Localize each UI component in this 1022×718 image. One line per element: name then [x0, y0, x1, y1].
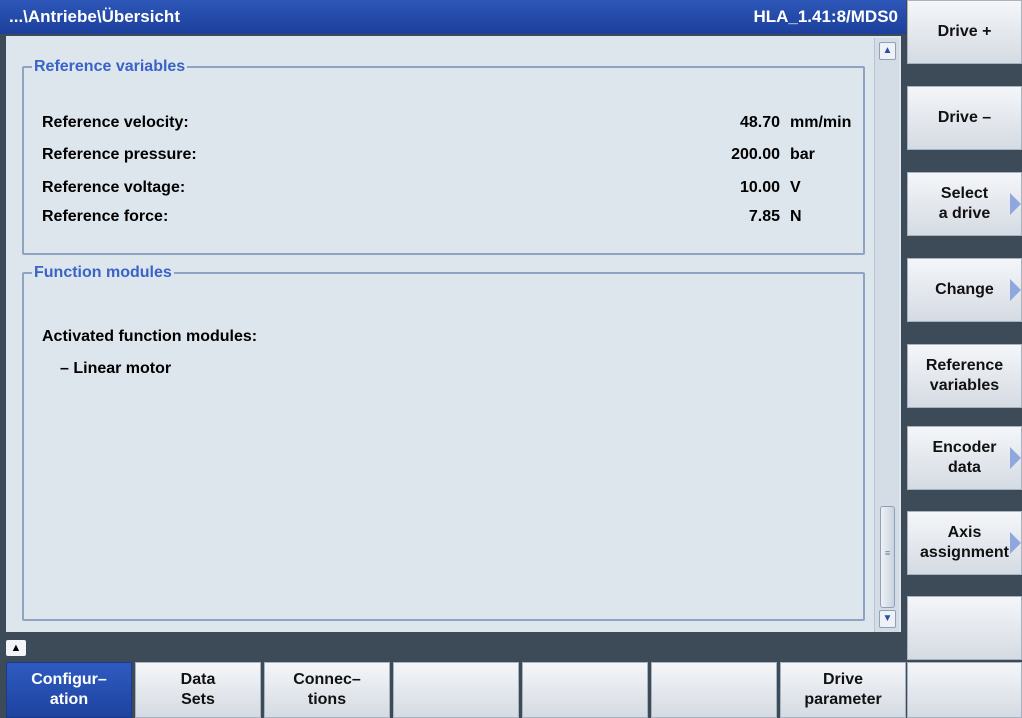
vertical-scrollbar[interactable]: ▲ ≡ ▼	[874, 38, 899, 632]
breadcrumb-path: ...\Antriebe\Übersicht	[9, 7, 180, 26]
caret-up-icon[interactable]: ▲	[6, 640, 26, 657]
function-modules-group: Function modules Activated function modu…	[22, 264, 865, 621]
row-value: 7.85	[748, 208, 780, 225]
softkey-drive-plus[interactable]: Drive +	[907, 0, 1022, 64]
activated-modules-label: Activated function modules:	[42, 328, 258, 345]
softkey-empty-8[interactable]	[907, 596, 1022, 660]
submenu-arrow-icon	[1010, 193, 1021, 215]
row-label: Reference voltage:	[42, 179, 186, 196]
reference-variables-title: Reference variables	[34, 58, 186, 75]
softkey-label: Connec– tions	[293, 671, 361, 708]
row-unit: N	[790, 208, 802, 225]
chevron-up-icon: ▲	[882, 45, 893, 56]
row-label: Reference pressure:	[42, 146, 197, 163]
softkey-empty-h6[interactable]	[651, 662, 777, 718]
main-content-panel: Reference variables Reference velocity: …	[6, 36, 901, 632]
grip-icon: ≡	[884, 548, 891, 558]
function-module-item: – Linear motor	[60, 360, 172, 377]
softkey-axis-assignment[interactable]: Axis assignment	[907, 511, 1022, 575]
softkey-label: Data Sets	[180, 671, 216, 708]
softkey-drive-parameter[interactable]: Drive parameter	[780, 662, 906, 718]
scrollbar-thumb[interactable]: ≡	[880, 506, 895, 608]
softkey-label: Drive –	[937, 109, 992, 126]
row-unit: V	[790, 179, 801, 196]
softkey-label: Axis assignment	[920, 524, 1009, 561]
softkey-drive-minus[interactable]: Drive –	[907, 86, 1022, 150]
softkey-label: Drive parameter	[804, 671, 882, 708]
softkey-data-sets[interactable]: Data Sets	[135, 662, 261, 718]
row-unit: mm/min	[790, 114, 852, 131]
submenu-arrow-icon	[1010, 447, 1021, 469]
row-label: Reference velocity:	[42, 114, 189, 131]
chevron-down-icon: ▼	[882, 613, 893, 624]
submenu-arrow-icon	[1010, 532, 1021, 554]
title-bar: ...\Antriebe\Übersicht HLA_1.41:8/MDS0	[0, 0, 906, 34]
reference-variables-group: Reference variables Reference velocity: …	[22, 58, 865, 255]
row-value: 10.00	[739, 179, 780, 196]
softkey-label: Drive +	[937, 23, 992, 40]
softkey-label: Encoder data	[932, 439, 997, 476]
softkey-label: Reference variables	[925, 357, 1004, 394]
softkey-reference-variables[interactable]: Reference variables	[907, 344, 1022, 408]
row-value: 200.00	[731, 146, 780, 163]
softkey-label: Change	[935, 281, 994, 298]
row-unit: bar	[790, 146, 815, 163]
softkey-label: Select a drive	[938, 185, 991, 222]
softkey-empty-h4[interactable]	[393, 662, 519, 718]
row-value: 48.70	[739, 114, 780, 131]
softkey-empty-h8[interactable]	[907, 662, 1022, 718]
axis-identifier: HLA_1.41:8/MDS0	[753, 7, 898, 26]
submenu-arrow-icon	[1010, 279, 1021, 301]
softkey-configuration[interactable]: Configur– ation	[6, 662, 132, 718]
softkey-encoder-data[interactable]: Encoder data	[907, 426, 1022, 490]
softkey-change[interactable]: Change	[907, 258, 1022, 322]
scroll-up-button[interactable]: ▲	[879, 42, 896, 60]
softkey-connections[interactable]: Connec– tions	[264, 662, 390, 718]
softkey-label: Configur– ation	[31, 671, 107, 708]
softkey-select-drive[interactable]: Select a drive	[907, 172, 1022, 236]
scroll-down-button[interactable]: ▼	[879, 610, 896, 628]
softkey-empty-h5[interactable]	[522, 662, 648, 718]
status-indicator: ▲0%	[6, 638, 46, 676]
row-label: Reference force:	[42, 208, 169, 225]
function-modules-title: Function modules	[34, 264, 172, 281]
